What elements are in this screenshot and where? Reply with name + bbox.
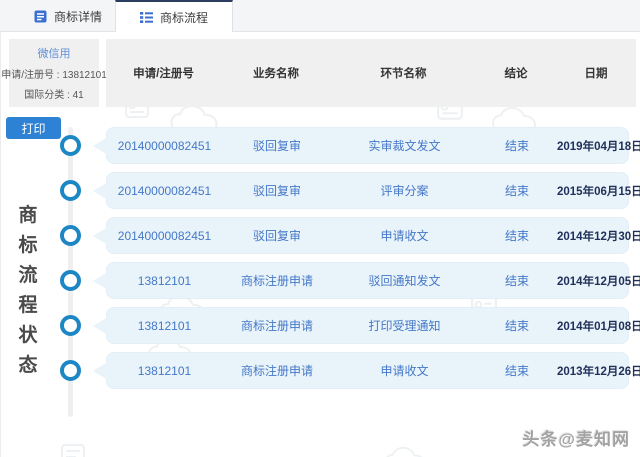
bubble-tail bbox=[93, 317, 108, 335]
cell-step-name: 驳回通知发文 bbox=[368, 274, 441, 288]
tab-label: 商标流程 bbox=[159, 11, 208, 25]
tab-trademark-details[interactable]: 商标详情 bbox=[20, 0, 116, 32]
cell-registration-number: 13812101 bbox=[137, 363, 192, 378]
cell-conclusion: 结束 bbox=[504, 319, 529, 333]
registration-number-line: 申请/注册号 : 13812101 bbox=[1, 70, 107, 81]
process-row: 13812101 商标注册申请 驳回通知发文 结束 2014年12月05日 bbox=[93, 262, 640, 299]
cell-registration-number: 20140000082451 bbox=[117, 228, 212, 243]
bubble-tail bbox=[93, 362, 108, 380]
decor-cloud-shape bbox=[386, 446, 423, 457]
cell-registration-number: 13812101 bbox=[137, 318, 192, 333]
document-icon bbox=[34, 10, 47, 22]
cell-business-name: 驳回复审 bbox=[252, 184, 301, 198]
cell-step-name: 申请收文 bbox=[380, 229, 429, 243]
header-date: 日期 bbox=[584, 68, 608, 80]
content-area: 微信用 申请/注册号 : 13812101 国际分类 : 41 申请/注册号 业… bbox=[0, 32, 640, 457]
cell-date: 2014年12月30日 bbox=[557, 230, 640, 243]
cell-step-name: 申请收文 bbox=[380, 364, 429, 378]
site-watermark: 头条@麦知网 bbox=[522, 430, 630, 449]
tab-label: 商标详情 bbox=[53, 9, 102, 24]
header-registration-number: 申请/注册号 bbox=[133, 68, 194, 80]
tab-bar: 商标详情 商标流程 bbox=[0, 0, 640, 33]
header-step-name: 环节名称 bbox=[380, 68, 427, 80]
cell-date: 2019年04月18日 bbox=[557, 140, 640, 153]
process-row: 20140000082451 驳回复审 评审分案 结束 2015年06月15日 bbox=[93, 172, 640, 209]
cell-conclusion: 结束 bbox=[504, 274, 529, 288]
timeline-dot bbox=[60, 315, 81, 336]
cell-date: 2014年12月05日 bbox=[557, 275, 640, 288]
tab-trademark-process[interactable]: 商标流程 bbox=[115, 0, 233, 33]
cell-business-name: 驳回复审 bbox=[252, 139, 301, 153]
cell-step-name: 评审分案 bbox=[380, 184, 429, 198]
table-header: 申请/注册号 业务名称 环节名称 结论 日期 bbox=[106, 39, 636, 107]
decor-card-shape bbox=[61, 444, 85, 457]
list-icon bbox=[139, 12, 153, 23]
bubble-tail bbox=[93, 272, 108, 290]
cell-conclusion: 结束 bbox=[504, 364, 529, 378]
header-conclusion: 结论 bbox=[504, 68, 528, 80]
process-row: 20140000082451 驳回复审 申请收文 结束 2014年12月30日 bbox=[93, 217, 640, 254]
cell-registration-number: 13812101 bbox=[137, 273, 192, 288]
cell-business-name: 商标注册申请 bbox=[240, 274, 313, 288]
trademark-process-page: 商标详情 商标流程 微信用 申请/注册号 : 13812101 国际分类: 4… bbox=[0, 0, 640, 457]
bubble-tail bbox=[93, 227, 108, 245]
timeline-dot bbox=[60, 135, 81, 156]
cell-registration-number: 20140000082451 bbox=[117, 183, 212, 198]
timeline-dot bbox=[60, 225, 81, 246]
trademark-info-panel: 微信用 申请/注册号 : 13812101 国际分类 : 41 bbox=[1, 39, 107, 107]
print-button[interactable]: 打印 bbox=[6, 117, 61, 139]
process-row: 13812101 商标注册申请 打印受理通知 结束 2014年01月08日 bbox=[93, 307, 640, 344]
vertical-section-label: 商标流程状态 bbox=[18, 205, 38, 376]
cell-step-name: 打印受理通知 bbox=[368, 319, 441, 333]
cell-date: 2013年12月26日 bbox=[557, 365, 640, 378]
cell-conclusion: 结束 bbox=[504, 229, 529, 243]
header-business-name: 业务名称 bbox=[253, 68, 299, 80]
cell-business-name: 驳回复审 bbox=[252, 229, 301, 243]
bubble-tail bbox=[93, 137, 108, 155]
cell-date: 2015年06月15日 bbox=[557, 185, 640, 198]
timeline-dot bbox=[60, 270, 81, 291]
cell-conclusion: 结束 bbox=[504, 184, 529, 198]
cell-registration-number: 20140000082451 bbox=[117, 138, 212, 153]
process-row: 20140000082451 驳回复审 实审裁文发文 结束 2019年04月18… bbox=[93, 127, 640, 164]
cell-business-name: 商标注册申请 bbox=[240, 364, 313, 378]
cell-conclusion: 结束 bbox=[504, 139, 529, 153]
timeline-dot bbox=[60, 180, 81, 201]
cell-date: 2014年01月08日 bbox=[557, 320, 640, 333]
process-row: 13812101 商标注册申请 申请收文 结束 2013年12月26日 bbox=[93, 352, 640, 389]
timeline-dot bbox=[60, 360, 81, 381]
cell-step-name: 实审裁文发文 bbox=[368, 139, 441, 153]
trademark-name: 微信用 bbox=[37, 48, 71, 60]
international-class-line: 国际分类 : 41 bbox=[24, 90, 84, 101]
cell-business-name: 商标注册申请 bbox=[240, 319, 313, 333]
bubble-tail bbox=[93, 182, 108, 200]
